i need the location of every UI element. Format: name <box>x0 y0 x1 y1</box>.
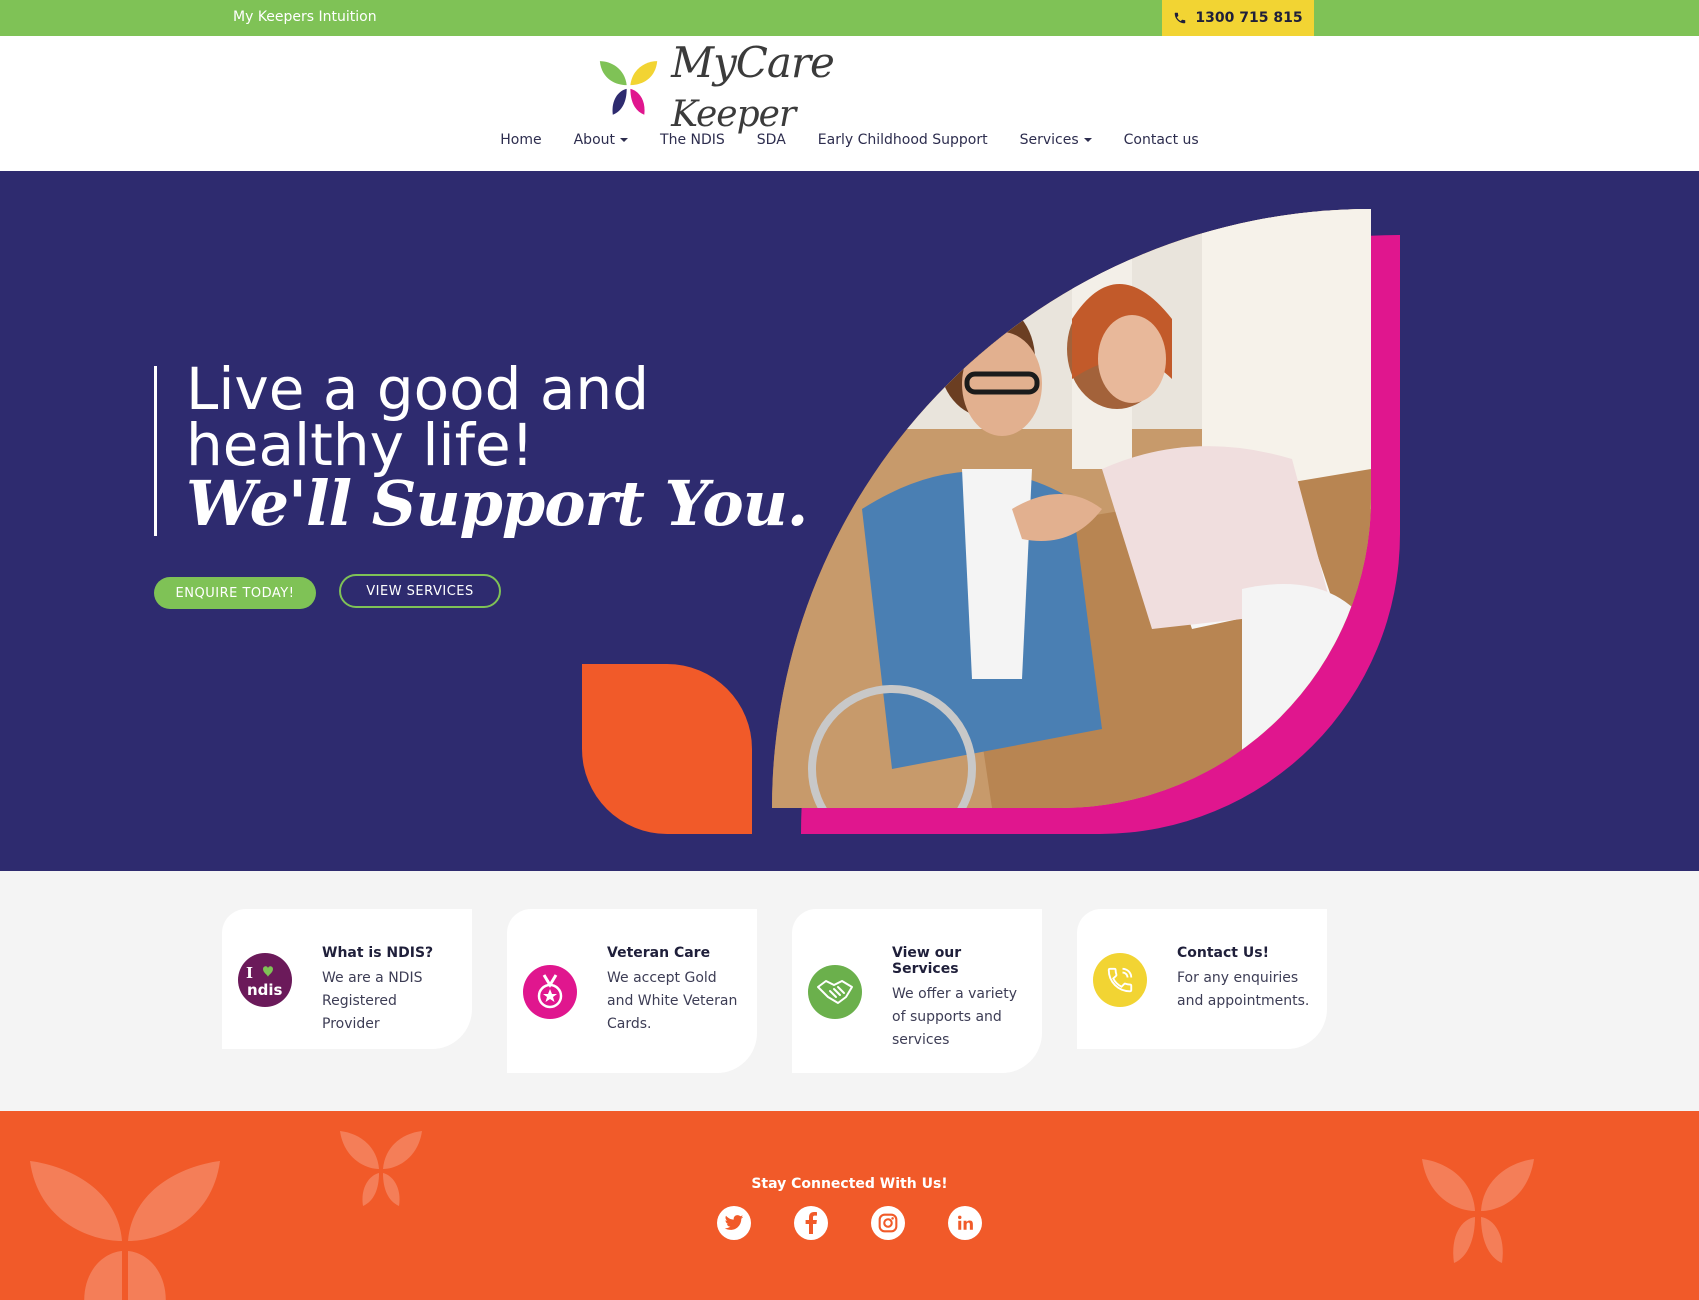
nav-label: SDA <box>756 132 786 148</box>
nav-label: Contact us <box>1123 132 1199 148</box>
feature-card-veteran[interactable]: Veteran Care We accept Gold and White Ve… <box>507 909 757 1073</box>
caret-down-icon <box>620 138 629 142</box>
nav-label: Home <box>500 132 542 148</box>
twitter-link[interactable] <box>717 1206 751 1240</box>
nav-label: Services <box>1019 132 1079 148</box>
nav-item-the-ndis[interactable]: The NDIS <box>660 132 725 148</box>
phone-icon <box>1093 953 1147 1007</box>
nav-label: Early Childhood Support <box>817 132 988 148</box>
features-section: I ndis What is NDIS? We are a NDIS Regis… <box>0 871 1699 1111</box>
top-bar: My Keepers Intuition 1300 715 815 <box>0 0 1699 36</box>
enquire-today-button[interactable]: ENQUIRE TODAY! <box>154 577 316 609</box>
feature-desc: We offer a variety of supports and servi… <box>892 986 1018 1048</box>
instagram-link[interactable] <box>871 1206 905 1240</box>
svg-text:I: I <box>246 964 253 982</box>
twitter-icon <box>724 1215 744 1230</box>
feature-title: What is NDIS? <box>322 945 434 961</box>
nav-item-contact[interactable]: Contact us <box>1124 132 1199 148</box>
facebook-icon <box>805 1212 817 1234</box>
social-links <box>0 1206 1699 1240</box>
tagline: My Keepers Intuition <box>233 9 377 25</box>
ndis-icon: I ndis <box>238 953 292 1007</box>
linkedin-icon <box>958 1215 973 1230</box>
svg-text:ndis: ndis <box>247 981 283 998</box>
hero-headline: Live a good and healthy life! <box>186 355 650 479</box>
feature-card-contact[interactable]: Contact Us! For any enquiries and appoin… <box>1077 909 1327 1049</box>
feature-desc: We accept Gold and White Veteran Cards. <box>607 970 738 1032</box>
hero-script-text: We'll Support You. <box>186 467 808 540</box>
phone-number: 1300 715 815 <box>1195 10 1303 26</box>
phone-button[interactable]: 1300 715 815 <box>1162 0 1314 36</box>
feature-title: View our Services <box>892 945 962 977</box>
facebook-link[interactable] <box>794 1206 828 1240</box>
orange-leaf-shape <box>582 664 752 834</box>
feature-title: Veteran Care <box>607 945 711 961</box>
feature-desc: For any enquiries and appointments. <box>1177 970 1310 1009</box>
medal-icon <box>523 965 577 1019</box>
brand-wordmark: MyCare Keeper <box>671 38 948 136</box>
nav-item-home[interactable]: Home <box>500 132 541 148</box>
logo[interactable]: MyCare Keeper <box>598 38 948 135</box>
nav-item-early-childhood-support[interactable]: Early Childhood Support <box>818 132 988 148</box>
hero-section: Live a good and healthy life! We'll Supp… <box>0 171 1699 871</box>
brand-keeper: Keeper <box>671 94 796 135</box>
phone-icon <box>1175 12 1186 24</box>
view-services-button[interactable]: VIEW SERVICES <box>339 574 501 608</box>
feature-desc: We are a NDIS Registered Provider <box>322 970 423 1032</box>
feature-title: Contact Us! <box>1177 945 1269 961</box>
hero-accent-line <box>154 366 157 536</box>
handshake-icon <box>808 965 862 1019</box>
footer: Stay Connected With Us! <box>0 1111 1699 1300</box>
linkedin-link[interactable] <box>948 1206 982 1240</box>
nav-label: The NDIS <box>660 132 725 148</box>
caret-down-icon <box>1083 138 1092 142</box>
feature-card-ndis[interactable]: I ndis What is NDIS? We are a NDIS Regis… <box>222 909 472 1049</box>
nav-item-about[interactable]: About <box>573 132 629 148</box>
nav-item-services[interactable]: Services <box>1020 132 1092 148</box>
nav-item-sda[interactable]: SDA <box>757 132 786 148</box>
brand-my: My <box>671 38 737 87</box>
header: MyCare Keeper Home About The NDIS SDA Ea… <box>0 36 1699 171</box>
butterfly-logo-icon <box>599 61 658 115</box>
feature-card-services[interactable]: View our Services We offer a variety of … <box>792 909 1042 1073</box>
instagram-icon <box>878 1213 898 1233</box>
nav-label: About <box>573 132 616 148</box>
butterfly-watermark-icon <box>340 1131 422 1206</box>
stay-connected-heading: Stay Connected With Us! <box>751 1176 948 1192</box>
main-nav: Home About The NDIS SDA Early Childhood … <box>0 132 1699 148</box>
brand-care: Care <box>735 38 835 87</box>
